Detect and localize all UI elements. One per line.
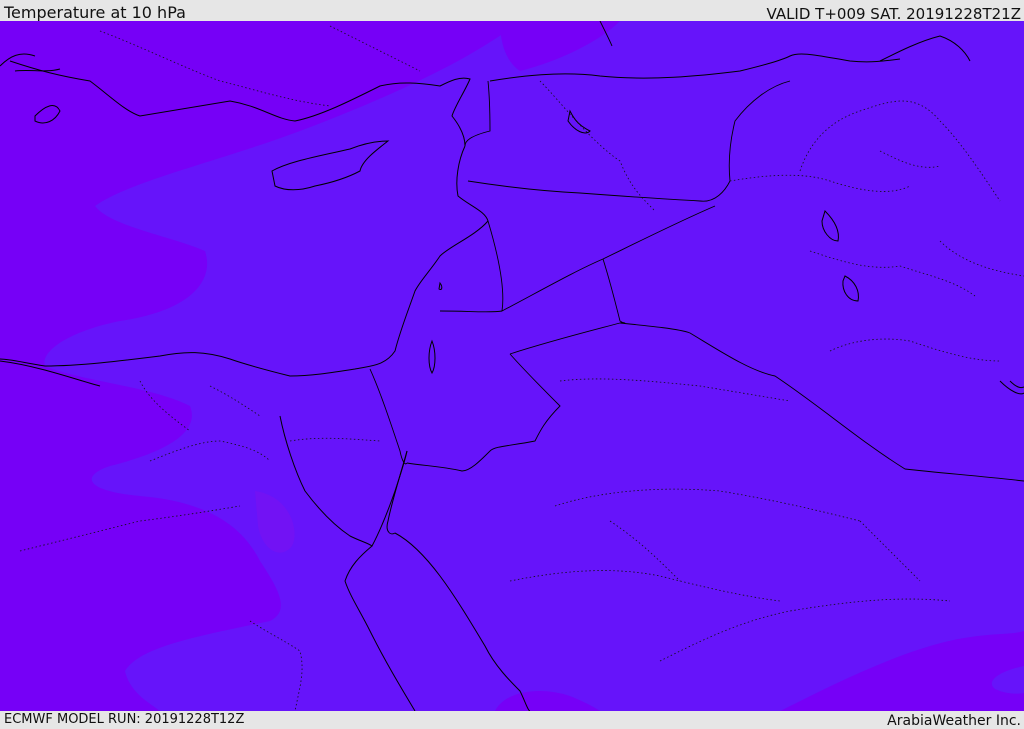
model-run: ECMWF MODEL RUN: 20191228T12Z — [4, 712, 245, 727]
map-title: Temperature at 10 hPa — [4, 3, 186, 22]
weather-map — [0, 21, 1024, 711]
footer-bar: ECMWF MODEL RUN: 20191228T12Z ArabiaWeat… — [0, 711, 1024, 729]
brand-credit: ArabiaWeather Inc. — [887, 713, 1021, 729]
header-bar: Temperature at 10 hPa VALID T+009 SAT. 2… — [0, 0, 1024, 23]
